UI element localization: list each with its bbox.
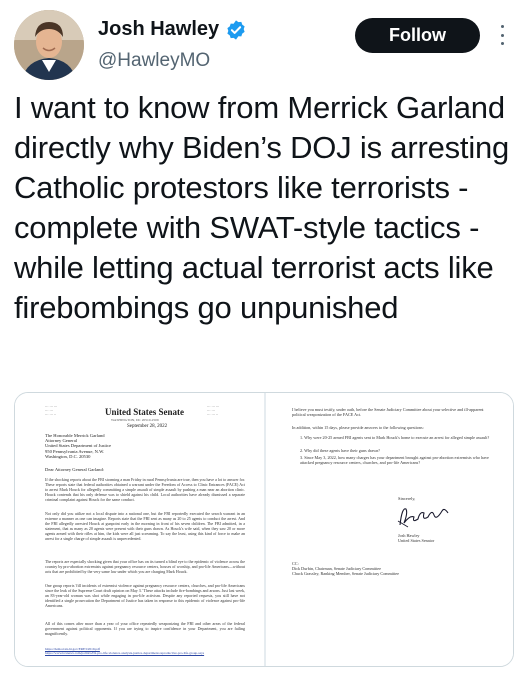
letter-paragraph: One group reports 'fill incidents of ext… xyxy=(45,583,245,608)
tweet-media[interactable]: ··· ··· ··· ··· ··· ··· ··· ·· ··· ··· ···… xyxy=(14,392,514,667)
letter-question: 2. Why did these agents have their guns … xyxy=(300,448,381,453)
letterhead-right-list: ··· ··· ··· ··· ··· ··· ··· ·· xyxy=(207,405,220,417)
display-name[interactable]: Josh Hawley xyxy=(98,18,219,41)
letterhead-subtitle: WASHINGTON, DC 20510-2509 xyxy=(111,418,159,422)
verified-badge-icon xyxy=(227,19,245,40)
avatar[interactable] xyxy=(14,10,84,80)
letter-paragraph: In addition, within 15 days, please prov… xyxy=(292,425,424,430)
letter-date: September 28, 2022 xyxy=(127,424,168,429)
letterhead-left-list: ··· ··· ··· ··· ··· ··· ··· ·· xyxy=(45,405,58,417)
letter-paragraph: Not only did you utilize not a local dis… xyxy=(45,511,245,541)
profile-photo-icon xyxy=(14,10,84,80)
letterhead-title: United States Senate xyxy=(105,407,184,417)
letter-question: 3. Since May 3, 2022, how many charges h… xyxy=(300,455,489,466)
letter-paragraph: The reports are especially shocking give… xyxy=(45,559,245,574)
letter-footnote-links: https://democrats.hr.gov/ERE3/2019.pdf h… xyxy=(45,647,204,656)
more-vertical-icon[interactable] xyxy=(494,20,510,50)
tweet-header: Josh Hawley @HawleyMO Follow xyxy=(0,0,525,86)
letter-page-2[interactable]: I believe you must testify, under oath, … xyxy=(264,393,513,666)
footnote-link[interactable]: https://www.foxnews.com/politics/fbi-pro… xyxy=(45,651,204,655)
letter-question: 1. Why were 20-25 armed FBI agents sent … xyxy=(300,435,490,440)
tweet-text: I want to know from Merrick Garland dire… xyxy=(14,90,510,325)
letter-page-1[interactable]: ··· ··· ··· ··· ··· ··· ··· ·· ··· ··· ···… xyxy=(15,393,264,666)
follow-button[interactable]: Follow xyxy=(355,18,480,53)
letter-salutation: Dear Attorney General Garland: xyxy=(45,467,105,472)
letter-signature-name: Josh Hawley United States Senator xyxy=(398,533,435,544)
user-handle[interactable]: @HawleyMO xyxy=(98,50,210,72)
letter-cc: CC: Dick Durbin, Chairman, Senate Judici… xyxy=(292,561,400,577)
letter-paragraph: All of this comes after more than a year… xyxy=(45,621,245,636)
letter-paragraph: I believe you must testify, under oath, … xyxy=(292,407,484,418)
letter-paragraph: If the shocking reports about the FBI st… xyxy=(45,477,245,502)
signature-icon xyxy=(397,508,449,528)
letter-address: The Honorable Merrick Garland Attorney G… xyxy=(45,433,112,459)
name-row: Josh Hawley xyxy=(98,18,247,41)
